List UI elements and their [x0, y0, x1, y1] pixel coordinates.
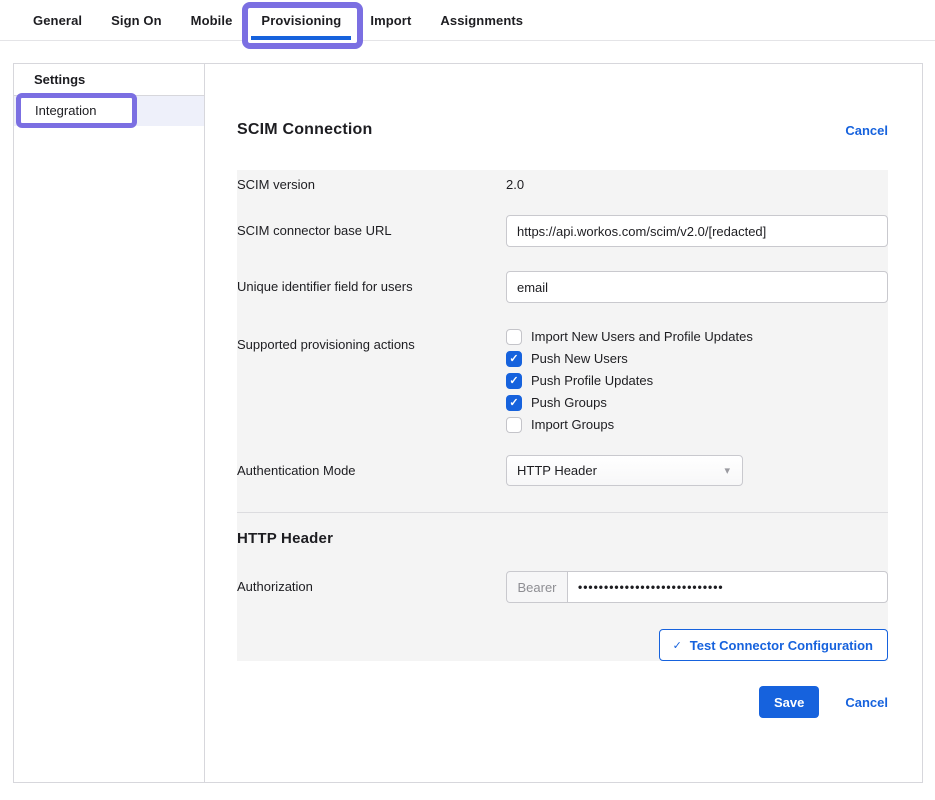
base-url-label: SCIM connector base URL: [237, 215, 506, 239]
checkbox-push-profile-updates[interactable]: ✓: [506, 373, 522, 389]
provisioning-actions-label: Supported provisioning actions: [237, 329, 506, 353]
checkbox-import-new-users-and-profile-updates[interactable]: [506, 329, 522, 345]
annotation-highlight-integration: Integration: [16, 93, 137, 128]
form-actions-row: Save Cancel: [237, 686, 888, 718]
authentication-mode-value: HTTP Header: [517, 463, 597, 478]
scim-version-label: SCIM version: [237, 177, 506, 193]
tab-assignments[interactable]: Assignments: [440, 0, 523, 40]
active-tab-underline: [251, 36, 351, 40]
scim-form: SCIM version 2.0 SCIM connector base URL…: [237, 170, 888, 661]
dropdown-arrow-icon: ▾: [724, 464, 730, 477]
checkbox-label-push-new-users: Push New Users: [531, 351, 628, 367]
authentication-mode-row: Authentication Mode HTTP Header ▾: [237, 445, 888, 512]
authorization-token-input[interactable]: [567, 571, 888, 603]
tab-provisioning[interactable]: Provisioning: [261, 0, 341, 40]
test-connector-row: ✓ Test Connector Configuration: [237, 603, 888, 661]
http-header-section-title: HTTP Header: [237, 513, 888, 547]
tab-label: Mobile: [191, 13, 233, 28]
tab-label: Assignments: [440, 13, 523, 28]
scim-version-row: SCIM version 2.0: [237, 170, 888, 207]
provisioning-option-push-profile-updates: ✓ Push Profile Updates: [506, 373, 888, 389]
sidebar-item-label: Integration: [35, 103, 96, 118]
sidebar-header: Settings: [14, 64, 204, 96]
base-url-input[interactable]: [506, 215, 888, 247]
unique-identifier-input[interactable]: [506, 271, 888, 303]
tab-general[interactable]: General: [33, 0, 82, 40]
authentication-mode-label: Authentication Mode: [237, 455, 506, 479]
base-url-row: SCIM connector base URL: [237, 207, 888, 261]
checkbox-label-import-new-users-and-profile-updates: Import New Users and Profile Updates: [531, 329, 753, 345]
checkbox-label-push-groups: Push Groups: [531, 395, 607, 411]
panel-title-row: SCIM Connection Cancel: [237, 121, 888, 139]
provisioning-option-import-new-users-and-profile-updates: Import New Users and Profile Updates: [506, 329, 888, 345]
authorization-label: Authorization: [237, 571, 506, 595]
app-tabbar: General Sign On Mobile Provisioning Import As…: [0, 0, 935, 41]
checkbox-label-push-profile-updates: Push Profile Updates: [531, 373, 653, 389]
unique-identifier-row: Unique identifier field for users: [237, 261, 888, 317]
scim-connection-panel: SCIM Connection Cancel SCIM version 2.0 …: [205, 64, 922, 782]
test-connector-configuration-button[interactable]: ✓ Test Connector Configuration: [659, 629, 888, 661]
checkbox-push-new-users[interactable]: ✓: [506, 351, 522, 367]
tab-label: Sign On: [111, 13, 162, 28]
page-title: SCIM Connection: [237, 121, 372, 139]
authorization-row: Authorization Bearer: [237, 547, 888, 603]
save-button[interactable]: Save: [759, 686, 819, 718]
provisioning-option-import-groups: Import Groups: [506, 417, 888, 433]
cancel-button[interactable]: Cancel: [845, 695, 888, 710]
tab-label: Import: [370, 13, 411, 28]
checkbox-push-groups[interactable]: ✓: [506, 395, 522, 411]
settings-content-box: Settings Integration SCIM Connection Can…: [13, 63, 923, 783]
check-icon: ✓: [673, 639, 682, 652]
authorization-input-group: Bearer: [506, 571, 888, 603]
tab-mobile[interactable]: Mobile: [191, 0, 233, 40]
tab-sign-on[interactable]: Sign On: [111, 0, 162, 40]
provisioning-actions-row: Supported provisioning actions Import Ne…: [237, 317, 888, 445]
tab-import[interactable]: Import: [370, 0, 411, 40]
checkbox-label-import-groups: Import Groups: [531, 417, 614, 433]
provisioning-option-push-new-users: ✓ Push New Users: [506, 351, 888, 367]
provisioning-actions-list: Import New Users and Profile Updates ✓ Pus…: [506, 329, 888, 433]
checkbox-import-groups[interactable]: [506, 417, 522, 433]
bearer-prefix: Bearer: [506, 571, 568, 603]
settings-sidebar: Settings Integration: [14, 64, 205, 782]
test-connector-configuration-label: Test Connector Configuration: [690, 638, 873, 653]
scim-version-value: 2.0: [506, 177, 888, 193]
provisioning-option-push-groups: ✓ Push Groups: [506, 395, 888, 411]
cancel-link-top[interactable]: Cancel: [845, 123, 888, 138]
authentication-mode-select[interactable]: HTTP Header ▾: [506, 455, 743, 486]
tab-label: Provisioning: [261, 13, 341, 28]
unique-identifier-label: Unique identifier field for users: [237, 271, 506, 295]
tab-label: General: [33, 13, 82, 28]
sidebar-item-integration[interactable]: Integration: [14, 96, 204, 126]
